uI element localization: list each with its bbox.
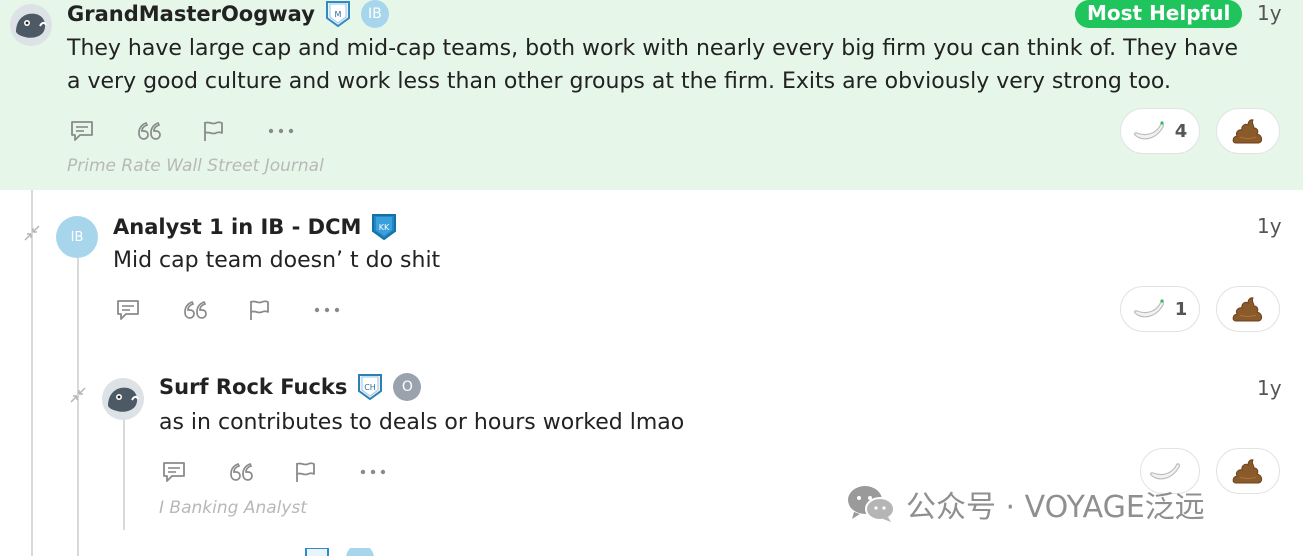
more-icon — [360, 469, 386, 475]
reply-icon — [163, 462, 185, 482]
flag-button[interactable] — [294, 457, 360, 487]
flag-button[interactable] — [202, 116, 268, 146]
rank-badge: CH — [357, 373, 383, 401]
reply-icon — [71, 121, 93, 141]
flag-icon — [296, 462, 315, 482]
industry-badge: O — [393, 373, 422, 401]
svg-text:M: M — [334, 10, 341, 19]
timestamp: 1y — [1257, 214, 1282, 238]
rank-badge: KK — [371, 213, 397, 241]
action-row — [162, 457, 426, 487]
more-button[interactable] — [314, 295, 380, 325]
quote-button[interactable] — [228, 457, 294, 487]
poop-icon — [1232, 459, 1263, 484]
next-comment-badges — [304, 548, 374, 556]
banana-icon — [1133, 121, 1164, 140]
flag-button[interactable] — [248, 295, 314, 325]
avatar-image-icon — [10, 4, 52, 46]
more-button[interactable] — [268, 116, 334, 146]
more-button[interactable] — [360, 457, 426, 487]
poop-icon — [1232, 297, 1263, 322]
quote-button[interactable] — [182, 295, 248, 325]
more-icon — [314, 307, 340, 313]
banana-count: 4 — [1174, 120, 1188, 142]
poop-vote-button[interactable] — [1216, 108, 1280, 154]
industry-badge: IB — [360, 0, 389, 28]
watermark-text: 公众号 · VOYAGE泛远 — [906, 490, 1205, 525]
comment-header: GrandMasterOogway M IB — [67, 0, 389, 28]
poop-vote-button[interactable] — [1216, 286, 1280, 332]
rank-badge: M — [325, 0, 351, 28]
watermark: 公众号 · VOYAGE泛远 — [846, 482, 1205, 526]
author-name[interactable]: Analyst 1 in IB - DCM — [113, 215, 361, 239]
banana-count: 1 — [1174, 298, 1188, 320]
shield-icon: M — [325, 1, 350, 28]
reply-button[interactable] — [70, 116, 136, 146]
banana-icon — [1133, 299, 1164, 318]
timestamp: 1y — [1257, 376, 1282, 400]
avatar[interactable] — [10, 4, 52, 46]
banana-vote-button[interactable]: 4 — [1120, 108, 1200, 154]
more-icon — [268, 128, 294, 134]
svg-text:KK: KK — [379, 223, 390, 232]
flag-icon — [204, 121, 223, 141]
banana-icon — [1150, 463, 1180, 480]
flag-icon — [250, 300, 269, 320]
avatar[interactable]: IB — [56, 216, 98, 258]
comment-body-line-1: They have large cap and mid-cap teams, b… — [67, 36, 1238, 61]
poop-icon — [1232, 119, 1263, 144]
reply-button[interactable] — [162, 457, 228, 487]
comment-body-line-2: a very good culture and work less than o… — [67, 69, 1171, 94]
poop-vote-button[interactable] — [1216, 448, 1280, 494]
industry-badge-icon — [346, 548, 374, 556]
avatar-image-icon — [102, 378, 144, 420]
quote-icon — [184, 300, 207, 319]
quote-button[interactable] — [136, 116, 202, 146]
comment-body: Mid cap team doesn’ t do shit — [113, 248, 441, 273]
quote-icon — [138, 121, 161, 140]
user-signature: I Banking Analyst — [159, 498, 307, 518]
shield-icon: CH — [358, 374, 383, 401]
action-row — [116, 295, 380, 325]
comment-header: Analyst 1 in IB - DCM KK — [113, 212, 397, 242]
action-row — [70, 116, 334, 146]
comment-1: GrandMasterOogway M IB Most Helpful 1y T… — [0, 0, 1303, 190]
author-name[interactable]: Surf Rock Fucks — [159, 375, 347, 399]
shield-icon — [305, 548, 329, 556]
comment-header: Surf Rock Fucks CH O — [159, 372, 422, 402]
most-helpful-badge: Most Helpful — [1075, 0, 1243, 28]
comment-body: as in contributes to deals or hours work… — [159, 410, 685, 435]
avatar[interactable] — [102, 378, 144, 420]
reply-icon — [117, 300, 139, 320]
reply-button[interactable] — [116, 295, 182, 325]
comment-2: IB Analyst 1 in IB - DCM KK 1y Mid cap t… — [0, 190, 1303, 350]
quote-icon — [230, 462, 253, 481]
author-name[interactable]: GrandMasterOogway — [67, 2, 315, 26]
svg-text:CH: CH — [365, 383, 377, 392]
timestamp: 1y — [1257, 1, 1282, 25]
user-signature: Prime Rate Wall Street Journal — [67, 156, 324, 176]
wechat-icon — [848, 486, 895, 522]
banana-vote-button[interactable]: 1 — [1120, 286, 1200, 332]
shield-icon: KK — [372, 214, 397, 241]
